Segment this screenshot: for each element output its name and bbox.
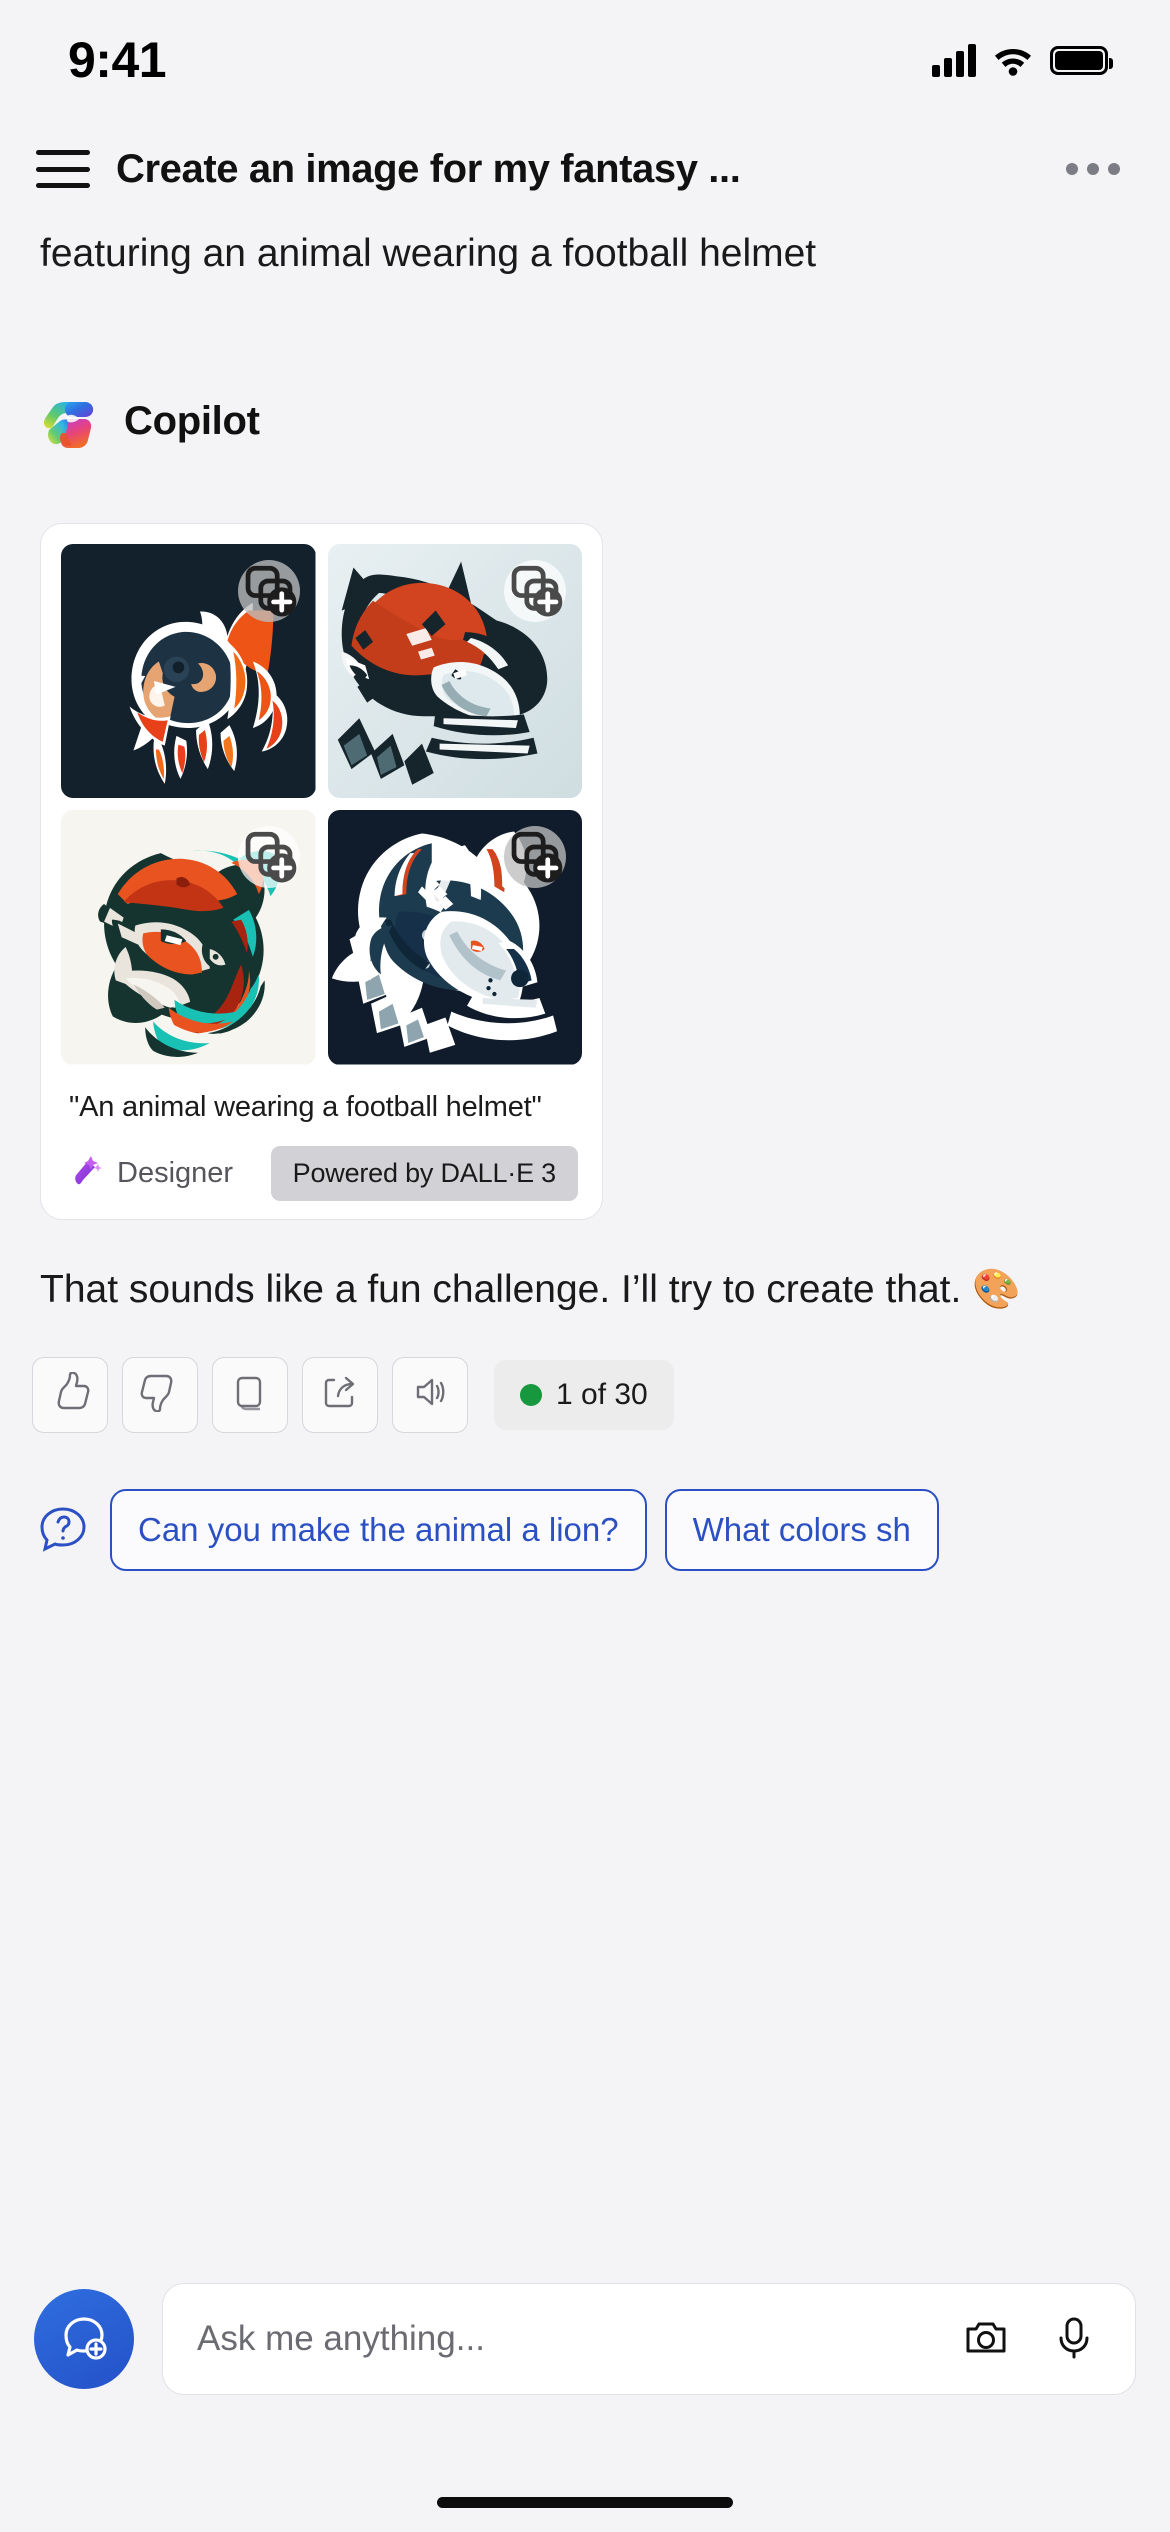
read-aloud-button[interactable] [392, 1356, 468, 1433]
thumbs-down-icon [140, 1372, 180, 1417]
copy-button[interactable] [212, 1356, 288, 1433]
suggestion-chip-1[interactable]: Can you make the animal a lion? [110, 1488, 647, 1571]
wifi-icon [992, 44, 1034, 76]
generated-image-2[interactable] [327, 543, 582, 799]
microphone-button[interactable] [1043, 2308, 1105, 2370]
suggestion-chip-2[interactable]: What colors sh [664, 1488, 939, 1571]
generated-image-4[interactable] [327, 810, 582, 1065]
page-title: Create an image for my fantasy ... [116, 146, 741, 191]
share-button[interactable] [302, 1356, 378, 1433]
battery-full-icon [1050, 45, 1113, 75]
thumbs-up-icon [50, 1371, 90, 1417]
status-time: 9:41 [68, 32, 167, 88]
designer-wand-icon [69, 1154, 103, 1193]
conversation-scroll-area[interactable]: featuring an animal wearing a football h… [0, 218, 1170, 2196]
assistant-header: Copilot [0, 391, 1170, 453]
powered-by-badge: Powered by DALL·E 3 [270, 1145, 578, 1201]
status-dot-icon [520, 1383, 542, 1406]
thumbs-down-button[interactable] [122, 1356, 198, 1433]
composer-bar [0, 2196, 1170, 2532]
new-chat-button[interactable] [34, 2289, 134, 2389]
more-options-icon[interactable] [1060, 149, 1126, 189]
add-to-collection-icon[interactable] [504, 559, 566, 622]
add-to-collection-icon[interactable] [237, 559, 300, 622]
suggestion-chips: Can you make the animal a lion? What col… [0, 1488, 1170, 1571]
speaker-icon [410, 1372, 450, 1417]
response-counter-label: 1 of 30 [556, 1377, 648, 1411]
image-grid [61, 543, 582, 1065]
designer-label: Designer [117, 1156, 234, 1189]
add-to-collection-icon[interactable] [504, 826, 566, 889]
camera-icon [962, 2313, 1010, 2366]
copy-icon [230, 1372, 270, 1417]
status-indicators [932, 43, 1113, 77]
home-indicator [437, 2497, 733, 2508]
message-input[interactable] [197, 2319, 929, 2359]
status-bar: 9:41 [0, 0, 1170, 120]
generated-image-1[interactable] [61, 543, 316, 799]
app-header: Create an image for my fantasy ... [0, 120, 1170, 218]
generated-image-card: "An animal wearing a football helmet" De… [40, 522, 603, 1220]
generated-image-3[interactable] [61, 810, 316, 1065]
message-actions: 1 of 30 [0, 1356, 1170, 1433]
response-counter: 1 of 30 [494, 1359, 674, 1430]
message-input-container[interactable] [162, 2283, 1136, 2395]
camera-button[interactable] [955, 2308, 1017, 2370]
question-bubble-icon [34, 1501, 92, 1559]
user-message-clipped-line [40, 218, 1130, 226]
user-message-text: featuring an animal wearing a football h… [40, 232, 817, 275]
image-card-caption: "An animal wearing a football helmet" [69, 1090, 542, 1123]
designer-attribution[interactable]: Designer [69, 1154, 233, 1193]
microphone-icon [1050, 2313, 1098, 2366]
user-message: featuring an animal wearing a football h… [0, 218, 1170, 283]
copilot-logo-icon [40, 391, 102, 453]
new-chat-icon [56, 2309, 112, 2370]
add-to-collection-icon[interactable] [237, 826, 300, 889]
cellular-signal-icon [932, 43, 976, 77]
assistant-reply-text: That sounds like a fun challenge. I’ll t… [40, 1267, 1021, 1311]
image-card-footer: Designer Powered by DALL·E 3 [61, 1145, 582, 1201]
thumbs-up-button[interactable] [32, 1356, 108, 1433]
assistant-name: Copilot [124, 399, 260, 444]
hamburger-menu-icon[interactable] [36, 148, 90, 190]
share-icon [320, 1372, 360, 1417]
